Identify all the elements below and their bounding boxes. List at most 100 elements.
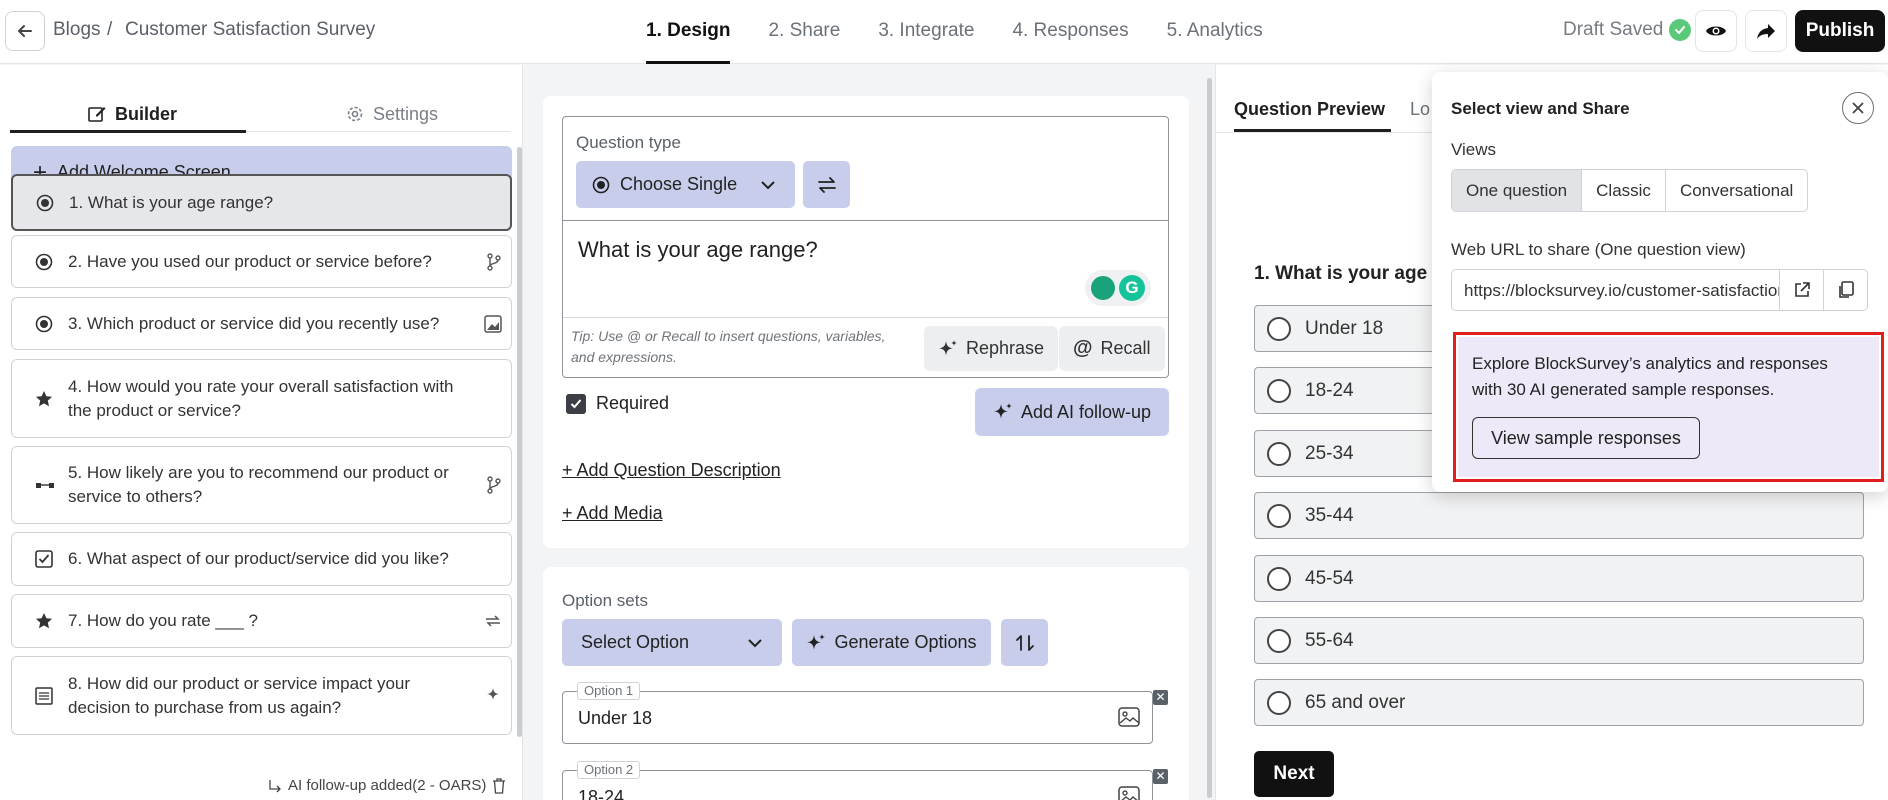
sort-arrows-icon (1015, 634, 1034, 651)
star-icon (35, 390, 53, 408)
question-item-5[interactable]: 5. How likely are you to recommend our p… (11, 446, 512, 524)
preview-option-label: 65 and over (1305, 691, 1406, 713)
question-item-label: 6. What aspect of our product/service di… (68, 549, 449, 568)
scrollbar[interactable] (1207, 78, 1212, 798)
option-field-value[interactable]: Under 18 (578, 708, 652, 729)
tab-share[interactable]: 2. Share (768, 0, 840, 64)
option-field-1[interactable]: Option 1 Under 18 (562, 682, 1153, 744)
view-classic[interactable]: Classic (1582, 170, 1666, 211)
back-button[interactable] (5, 11, 45, 51)
swap-type-button[interactable] (803, 161, 850, 208)
scrollbar[interactable] (517, 147, 522, 737)
share-url-input[interactable]: https://blocksurvey.io/customer-satisfac… (1464, 281, 1780, 301)
next-button[interactable]: Next (1254, 751, 1334, 797)
tab-responses[interactable]: 4. Responses (1012, 0, 1128, 64)
bulb-icon (1091, 276, 1115, 300)
preview-option-label: 18-24 (1305, 379, 1354, 401)
question-item-7[interactable]: 7. How do you rate ___ ? (11, 594, 512, 648)
ai-followup-note: AI follow-up added(2 - OARS) (268, 777, 506, 794)
question-item-label: 2. Have you used our product or service … (68, 251, 432, 271)
image-icon[interactable] (1118, 786, 1140, 800)
question-item-2[interactable]: 2. Have you used our product or service … (11, 235, 512, 288)
question-item-label: 8. How did our product or service impact… (68, 673, 411, 717)
question-item-3[interactable]: 3. Which product or service did you rece… (11, 297, 512, 350)
corner-arrow-icon (269, 779, 281, 792)
preview-option[interactable]: 55-64 (1254, 617, 1864, 664)
question-item-8[interactable]: 8. How did our product or service impact… (11, 656, 512, 735)
chevron-down-icon (761, 181, 775, 190)
rephrase-button[interactable]: Rephrase (924, 326, 1059, 371)
recall-button[interactable]: @ Recall (1059, 326, 1165, 371)
question-type-value: Choose Single (620, 174, 738, 194)
grammarly-icon: G (1119, 275, 1145, 301)
preview-option-label: 45-54 (1305, 567, 1354, 589)
add-ai-followup-button[interactable]: Add AI follow-up (975, 388, 1169, 436)
tab-logic[interactable]: Lo (1410, 99, 1430, 120)
radio-empty-icon (1267, 378, 1291, 403)
top-bar: Blogs / Customer Satisfaction Survey 1. … (0, 0, 1888, 64)
tab-question-preview[interactable]: Question Preview (1234, 99, 1385, 120)
preview-option[interactable]: 65 and over (1254, 679, 1864, 726)
question-item-4[interactable]: 4. How would you rate your overall satis… (11, 359, 512, 438)
copy-link-button[interactable] (1823, 270, 1867, 310)
branch-icon (486, 252, 502, 271)
gear-icon (347, 106, 363, 122)
tab-settings-label: Settings (373, 103, 439, 124)
question-item-label: 1. What is your age range? (69, 192, 274, 212)
option-field-2[interactable]: Option 2 18-24 (562, 761, 1153, 800)
image-edit-icon (484, 314, 502, 333)
tab-active-indicator (10, 130, 246, 133)
view-conversational[interactable]: Conversational (1666, 170, 1807, 211)
add-ai-followup-label: Add AI follow-up (1020, 401, 1152, 422)
question-item-1[interactable]: 1. What is your age range? (11, 174, 512, 231)
question-editor-box: Question type Choose Single What is your… (562, 116, 1169, 378)
grammarly-widget[interactable]: G (1085, 270, 1151, 306)
tab-design[interactable]: 1. Design (646, 0, 731, 64)
preview-question-title: 1. What is your age (1254, 263, 1428, 284)
check-circle-icon (1669, 19, 1692, 41)
checkbox-icon (35, 550, 53, 568)
option-field-value[interactable]: 18-24 (578, 787, 624, 800)
preview-option[interactable]: 35-44 (1254, 492, 1864, 539)
open-link-button[interactable] (1779, 270, 1823, 310)
preview-option[interactable]: 45-54 (1254, 555, 1864, 602)
question-item-6[interactable]: 6. What aspect of our product/service di… (11, 532, 512, 586)
question-title-input[interactable]: What is your age range? (578, 237, 818, 263)
share-popover-title: Select view and Share (1451, 99, 1630, 118)
close-button[interactable] (1842, 92, 1874, 124)
callout-text: Explore BlockSurvey’s analytics and resp… (1472, 354, 1828, 399)
trash-icon[interactable] (492, 777, 506, 794)
radio-empty-icon (1267, 690, 1291, 715)
tab-analytics[interactable]: 5. Analytics (1167, 0, 1263, 64)
breadcrumb-blogs[interactable]: Blogs (53, 19, 101, 41)
view-one-question[interactable]: One question (1452, 170, 1583, 211)
image-icon[interactable] (1118, 707, 1140, 727)
required-checkbox[interactable]: Required (566, 393, 669, 414)
text-lines-icon (35, 686, 53, 705)
question-type-label: Question type (576, 133, 681, 152)
publish-button[interactable]: Publish (1795, 10, 1885, 52)
add-media-link[interactable]: + Add Media (562, 503, 663, 524)
sparkle-icon (484, 687, 502, 705)
sample-responses-callout: Explore BlockSurvey’s analytics and resp… (1453, 332, 1884, 482)
share-button[interactable] (1745, 10, 1787, 52)
share-url-label: Web URL to share (One question view) (1451, 240, 1746, 259)
radio-empty-icon (1267, 566, 1291, 591)
add-question-description-link[interactable]: + Add Question Description (562, 460, 781, 481)
radio-icon (592, 176, 610, 193)
sort-options-button[interactable] (1001, 619, 1048, 666)
preview-button[interactable] (1695, 10, 1737, 52)
tab-builder[interactable]: Builder (87, 95, 177, 133)
remove-option-2-button[interactable]: ✕ (1153, 769, 1168, 784)
chevron-down-icon (748, 639, 762, 648)
view-sample-responses-button[interactable]: View sample responses (1472, 417, 1700, 459)
generate-options-button[interactable]: Generate Options (792, 619, 991, 666)
radio-empty-icon (1267, 503, 1291, 528)
select-option-dropdown[interactable]: Select Option (562, 619, 782, 666)
breadcrumb-survey-title[interactable]: Customer Satisfaction Survey (125, 19, 375, 41)
remove-option-1-button[interactable]: ✕ (1153, 690, 1168, 705)
question-type-dropdown[interactable]: Choose Single (576, 161, 795, 208)
tab-integrate[interactable]: 3. Integrate (878, 0, 974, 64)
tab-settings[interactable]: Settings (345, 95, 438, 133)
option-field-label: Option 1 (577, 682, 641, 700)
